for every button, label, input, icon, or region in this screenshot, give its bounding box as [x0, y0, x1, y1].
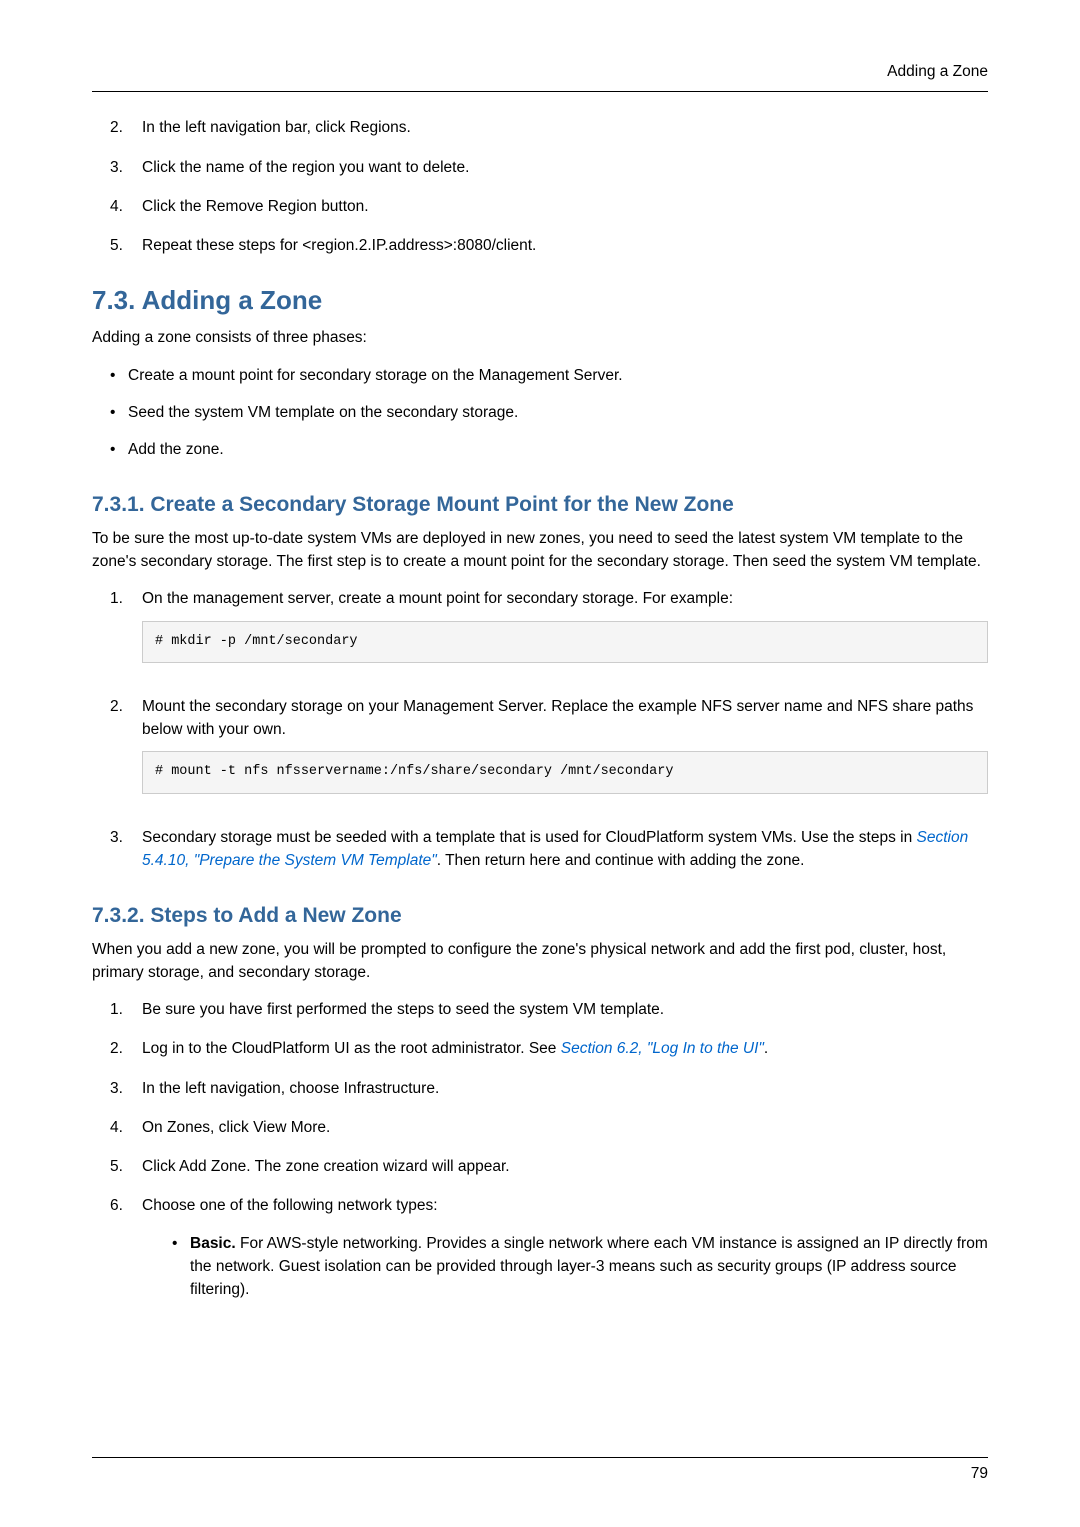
list-number: 5. — [110, 234, 142, 257]
list-item: 2. Log in to the CloudPlatform UI as the… — [110, 1037, 988, 1060]
bullet-text: Create a mount point for secondary stora… — [128, 364, 988, 387]
bullet-marker: • — [110, 401, 128, 424]
list-item: 6. Choose one of the following network t… — [110, 1194, 988, 1315]
section-7-3-1-intro: To be sure the most up-to-date system VM… — [92, 527, 988, 574]
step-text: On the management server, create a mount… — [142, 587, 988, 610]
bullet-item: • Create a mount point for secondary sto… — [110, 364, 988, 387]
list-item: 5. Click Add Zone. The zone creation wiz… — [110, 1155, 988, 1178]
cross-reference-link[interactable]: Section 6.2, "Log In to the UI" — [561, 1040, 764, 1057]
bullet-marker: • — [110, 438, 128, 461]
nested-bullet-list: • Basic. For AWS-style networking. Provi… — [172, 1232, 988, 1302]
section-7-3-intro: Adding a zone consists of three phases: — [92, 326, 988, 349]
list-text: Click Add Zone. The zone creation wizard… — [142, 1155, 988, 1178]
section-7-3-1-steps: 1. On the management server, create a mo… — [110, 587, 988, 872]
list-number: 4. — [110, 195, 142, 218]
code-block: # mount -t nfs nfsservername:/nfs/share/… — [142, 751, 988, 793]
page-footer: 79 — [92, 1441, 988, 1485]
section-7-3-heading: 7.3. Adding a Zone — [92, 281, 988, 320]
list-text: In the left navigation, choose Infrastru… — [142, 1077, 988, 1100]
footer-rule — [92, 1457, 988, 1458]
section-7-3-bullets: • Create a mount point for secondary sto… — [110, 364, 988, 462]
section-7-3-1-heading: 7.3.1. Create a Secondary Storage Mount … — [92, 489, 988, 521]
step-text: Choose one of the following network type… — [142, 1194, 988, 1217]
list-text: In the left navigation bar, click Region… — [142, 116, 988, 139]
list-number: 5. — [110, 1155, 142, 1178]
list-text: Click the name of the region you want to… — [142, 156, 988, 179]
list-text: Click the Remove Region button. — [142, 195, 988, 218]
bullet-text: Seed the system VM template on the secon… — [128, 401, 988, 424]
list-number: 2. — [110, 1037, 142, 1060]
list-number: 6. — [110, 1194, 142, 1315]
list-content: Mount the secondary storage on your Mana… — [142, 695, 988, 810]
list-content: Choose one of the following network type… — [142, 1194, 988, 1315]
section-7-3-2-intro: When you add a new zone, you will be pro… — [92, 938, 988, 985]
bullet-content: Basic. For AWS-style networking. Provide… — [190, 1232, 988, 1302]
list-item: 4. Click the Remove Region button. — [110, 195, 988, 218]
list-number: 3. — [110, 826, 142, 873]
list-text: Repeat these steps for <region.2.IP.addr… — [142, 234, 988, 257]
step-text: Mount the secondary storage on your Mana… — [142, 695, 988, 742]
list-number: 3. — [110, 156, 142, 179]
list-item: 5. Repeat these steps for <region.2.IP.a… — [110, 234, 988, 257]
bullet-text: Add the zone. — [128, 438, 988, 461]
list-item: 1. On the management server, create a mo… — [110, 587, 988, 679]
step-text-before: Log in to the CloudPlatform UI as the ro… — [142, 1040, 561, 1057]
list-item: 1. Be sure you have first performed the … — [110, 998, 988, 1021]
list-text: Be sure you have first performed the ste… — [142, 998, 988, 1021]
list-number: 1. — [110, 998, 142, 1021]
list-number: 3. — [110, 1077, 142, 1100]
list-item: 2. In the left navigation bar, click Reg… — [110, 116, 988, 139]
list-content: Log in to the CloudPlatform UI as the ro… — [142, 1037, 988, 1060]
step-text-after: . Then return here and continue with add… — [437, 852, 805, 869]
step-text-after: . — [764, 1040, 768, 1057]
list-item: 4. On Zones, click View More. — [110, 1116, 988, 1139]
bullet-item: • Add the zone. — [110, 438, 988, 461]
code-block: # mkdir -p /mnt/secondary — [142, 621, 988, 663]
list-item: 3. In the left navigation, choose Infras… — [110, 1077, 988, 1100]
list-item: 3. Click the name of the region you want… — [110, 156, 988, 179]
header-title: Adding a Zone — [92, 60, 988, 83]
step-text-before: Secondary storage must be seeded with a … — [142, 829, 917, 846]
list-number: 2. — [110, 695, 142, 810]
list-content: Secondary storage must be seeded with a … — [142, 826, 988, 873]
list-number: 1. — [110, 587, 142, 679]
list-content: On the management server, create a mount… — [142, 587, 988, 679]
bullet-marker: • — [172, 1232, 190, 1302]
list-number: 2. — [110, 116, 142, 139]
section-7-3-2-heading: 7.3.2. Steps to Add a New Zone — [92, 900, 988, 932]
page-header: Adding a Zone — [92, 60, 988, 92]
nested-text: For AWS-style networking. Provides a sin… — [190, 1235, 988, 1299]
list-item: 2. Mount the secondary storage on your M… — [110, 695, 988, 810]
continued-list-7-2: 2. In the left navigation bar, click Reg… — [110, 116, 988, 257]
bullet-item: • Seed the system VM template on the sec… — [110, 401, 988, 424]
header-rule — [92, 91, 988, 92]
page-number: 79 — [92, 1462, 988, 1485]
bullet-marker: • — [110, 364, 128, 387]
bold-label: Basic. — [190, 1235, 236, 1252]
list-item: 3. Secondary storage must be seeded with… — [110, 826, 988, 873]
list-number: 4. — [110, 1116, 142, 1139]
list-text: On Zones, click View More. — [142, 1116, 988, 1139]
bullet-item: • Basic. For AWS-style networking. Provi… — [172, 1232, 988, 1302]
section-7-3-2-steps: 1. Be sure you have first performed the … — [110, 998, 988, 1315]
